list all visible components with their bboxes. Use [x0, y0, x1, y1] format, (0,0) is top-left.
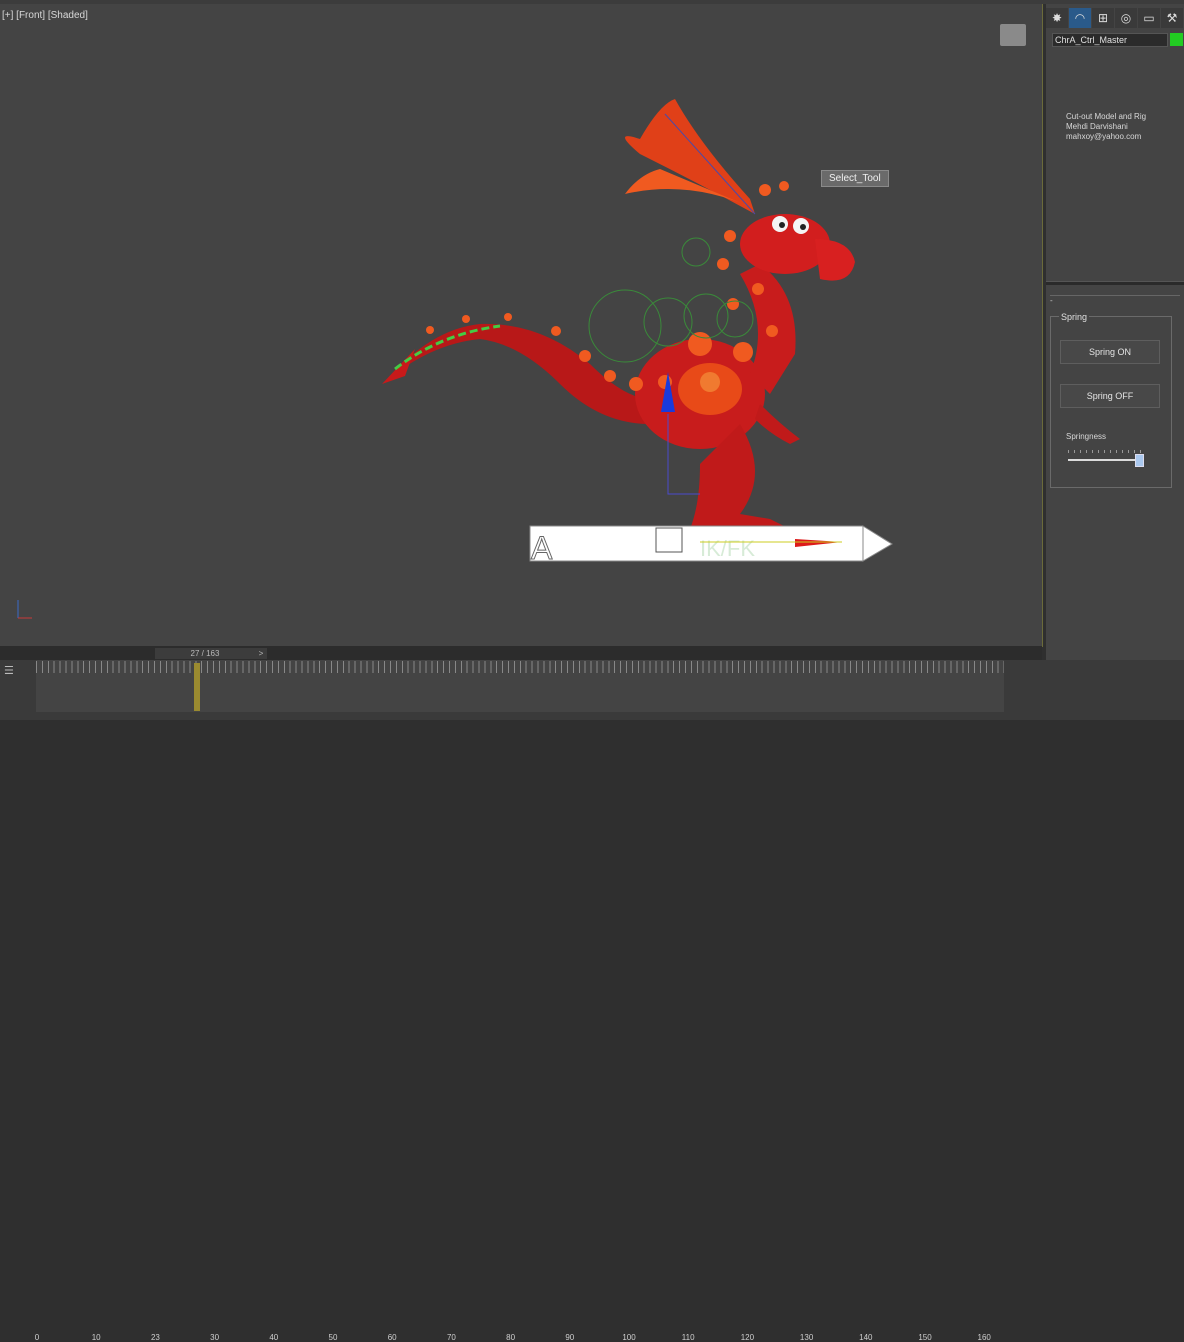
rig-helper-circles	[588, 237, 754, 363]
frame-tick-label: 130	[799, 1333, 814, 1342]
motion-icon[interactable]: ◎	[1115, 8, 1137, 28]
frame-tick-label: 70	[446, 1333, 456, 1342]
frame-tick-label: 50	[328, 1333, 338, 1342]
frame-ruler	[36, 661, 1004, 673]
object-color-swatch[interactable]	[1170, 33, 1183, 46]
belly-spot	[700, 372, 720, 392]
frame-tick-label: 23	[150, 1333, 160, 1342]
front-viewport[interactable]: [+] [Front] [Shaded] A IK/FK Select_Tool	[0, 4, 1043, 647]
dragon-arm	[755, 404, 800, 444]
springness-slider[interactable]	[1068, 459, 1144, 461]
track-bar-icon[interactable]: ☰	[4, 664, 14, 677]
springness-slider-thumb[interactable]	[1134, 454, 1144, 467]
frame-tick-label: 100	[622, 1333, 636, 1342]
springness-slider-ticks	[1068, 450, 1144, 453]
command-panel-tabs: ✸ ◠ ⊞ ◎ ▭ ⚒	[1046, 8, 1184, 30]
frame-tick-label: 150	[918, 1333, 932, 1342]
credits-text: Cut-out Model and Rig Mehdi Darvishani m…	[1066, 112, 1147, 141]
dragon-tail	[385, 323, 660, 424]
scene-render: A IK/FK	[382, 99, 893, 567]
springness-label: Springness	[1066, 432, 1107, 441]
frame-tick-label: 60	[387, 1333, 397, 1342]
current-frame-marker	[193, 663, 200, 711]
spring-on-button[interactable]: Spring ON	[1060, 340, 1160, 364]
axis-tripod-icon	[17, 600, 32, 619]
display-icon[interactable]: ▭	[1138, 8, 1160, 28]
pupil-left	[779, 222, 785, 228]
pupil-right	[800, 224, 806, 230]
spring-off-button[interactable]: Spring OFF	[1060, 384, 1160, 408]
frame-tick-label: 80	[506, 1333, 516, 1342]
next-frame-button[interactable]: >	[255, 648, 267, 659]
spring-group-title: Spring	[1059, 312, 1090, 322]
command-panel: ✸ ◠ ⊞ ◎ ▭ ⚒ ChrA_Ctrl_Master Cut-out Mod…	[1046, 4, 1184, 720]
frame-tick-label: 30	[210, 1333, 220, 1342]
frame-tick-label: 160	[977, 1333, 991, 1342]
object-name-field[interactable]: ChrA_Ctrl_Master	[1052, 33, 1168, 47]
frame-tick-label: 0	[34, 1333, 40, 1342]
panel-divider	[1046, 281, 1184, 285]
rollout-header[interactable]: -	[1050, 295, 1180, 306]
time-slider-frame-indicator[interactable]: 27 / 163	[155, 648, 255, 659]
frame-tick-label: 110	[681, 1333, 695, 1342]
sun-icon[interactable]: ✸	[1046, 8, 1068, 28]
ikfk-switch-letter: A	[531, 530, 553, 566]
dragon-wing	[625, 99, 755, 214]
frame-tick-label: 120	[740, 1333, 755, 1342]
modify-icon[interactable]: ◠	[1069, 8, 1091, 28]
frame-tick-label: 10	[91, 1333, 101, 1342]
utilities-icon[interactable]: ⚒	[1161, 8, 1183, 28]
tooltip: Select_Tool	[821, 170, 889, 187]
hierarchy-icon[interactable]: ⊞	[1092, 8, 1114, 28]
frame-tick-label: 40	[269, 1333, 279, 1342]
frame-tick-label: 90	[565, 1333, 575, 1342]
bottom-right-panel	[1042, 660, 1184, 720]
frame-tick-label: 140	[859, 1333, 873, 1342]
dragon-snout	[815, 239, 855, 281]
ikfk-switch-arrow	[862, 525, 893, 562]
ikfk-label: IK/FK	[700, 536, 755, 561]
